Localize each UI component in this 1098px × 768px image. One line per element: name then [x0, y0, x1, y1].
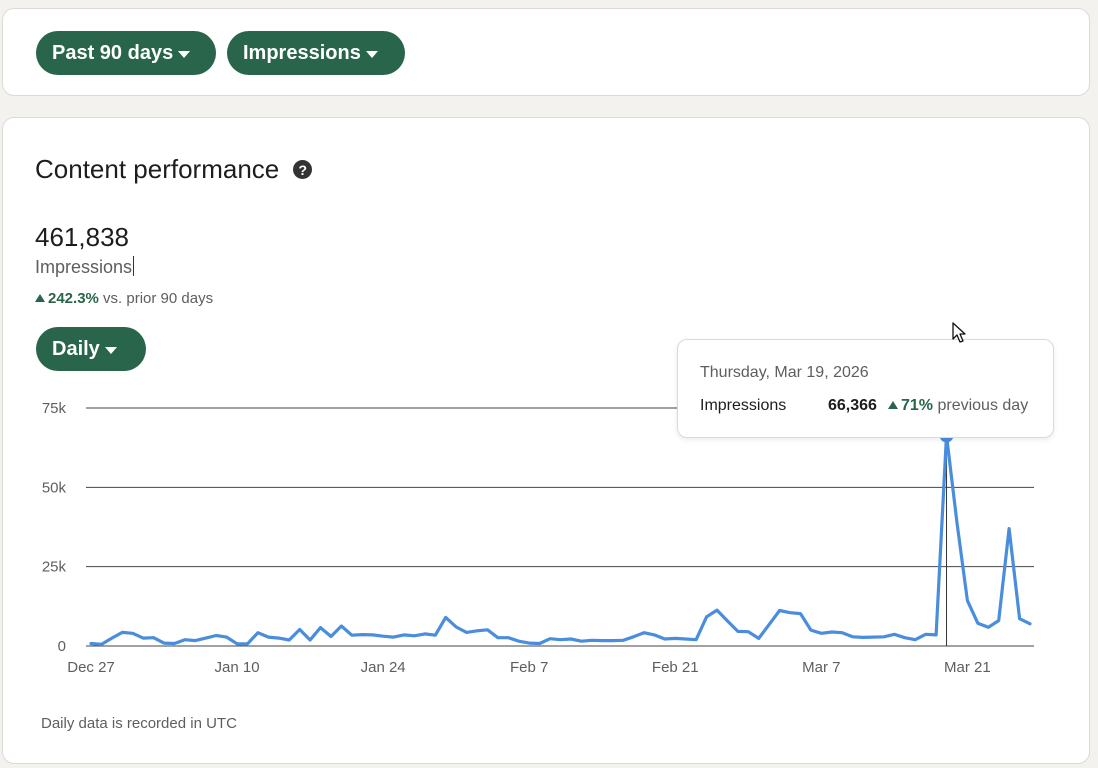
y-tick-label: 25k	[42, 559, 67, 576]
x-tick-label: Jan 24	[361, 659, 406, 676]
x-tick-label: Mar 21	[944, 659, 991, 676]
tooltip-change-percent: 71%	[901, 397, 934, 414]
x-tick-label: Dec 27	[67, 659, 115, 676]
y-tick-label: 50k	[42, 479, 67, 496]
trend-up-icon	[888, 401, 898, 409]
tooltip-metric: Impressions	[700, 397, 787, 414]
x-tick-label: Feb 21	[652, 659, 699, 676]
y-tick-label: 75k	[42, 400, 67, 417]
mouse-pointer-icon	[952, 322, 966, 343]
x-tick-label: Jan 10	[215, 659, 260, 676]
impressions-series-line	[89, 433, 1032, 647]
chart-tooltip: Thursday, Mar 19, 2026 Impressions 66,36…	[677, 339, 1054, 438]
y-tick-label: 0	[58, 638, 66, 655]
tooltip-change: 71% previous day	[888, 397, 1028, 415]
tooltip-change-suffix: previous day	[933, 397, 1029, 414]
x-tick-label: Mar 7	[802, 659, 840, 676]
tooltip-date: Thursday, Mar 19, 2026	[700, 364, 869, 381]
tooltip-value: 66,366	[828, 397, 877, 414]
x-tick-label: Feb 7	[510, 659, 548, 676]
